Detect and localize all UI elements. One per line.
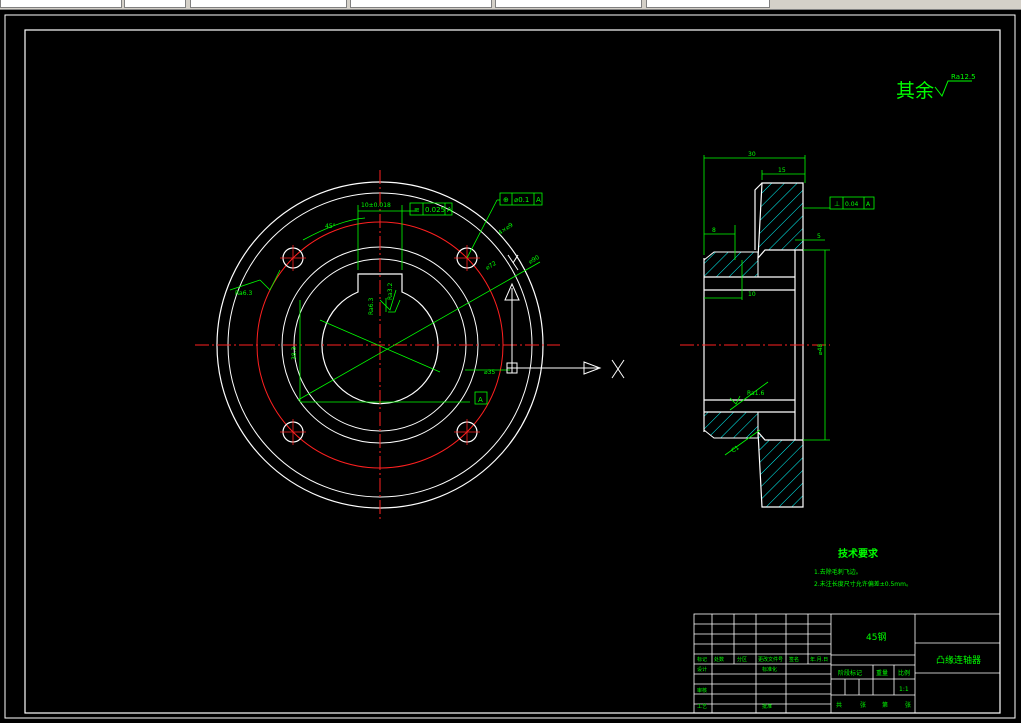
cad-drawing-canvas[interactable]: 其余 Ra12.5 10±0.018 ≡ 0.025 A ⊕ ⌀0.1 A 45… xyxy=(0,10,1021,723)
toolbar-cell[interactable] xyxy=(190,0,347,8)
datum-label: A xyxy=(478,396,483,404)
dim-hole-dia: 4×⌀9 xyxy=(497,221,514,236)
position-datum: A xyxy=(536,196,541,204)
header-cell: 处数 xyxy=(714,656,724,663)
other-surfaces-text: 其余 xyxy=(896,80,934,102)
side-view: 30 15 8 5 10 ⌀48 ⊥ 0.04 A Ra1.6 C1 xyxy=(680,151,875,508)
part-name: 凸缘连轴器 xyxy=(936,654,981,666)
design-label: 设计 xyxy=(697,666,707,673)
sheet-text: 第 xyxy=(882,701,888,709)
rough-left: Ra6.3 xyxy=(235,290,252,297)
rough-key2: Ra3.2 xyxy=(387,283,394,300)
toolbar-cell[interactable] xyxy=(495,0,642,8)
toolbar-cell[interactable] xyxy=(0,0,122,8)
tech-notes-title: 技术要求 xyxy=(838,547,879,560)
dim-outer: ⌀90 xyxy=(528,254,541,266)
process-label: 工艺 xyxy=(697,704,707,710)
toolbar-cell[interactable] xyxy=(350,0,492,8)
outer-frame xyxy=(4,14,1016,719)
stage-label: 阶段标记 xyxy=(838,669,862,677)
dim-position: ⌀0.1 xyxy=(514,196,529,204)
flange-section-bottom xyxy=(757,430,804,508)
tech-note-item: 2.未注长度尺寸允许偏差±0.5mm。 xyxy=(814,580,912,588)
dim-symmetry: 0.025 xyxy=(425,206,445,214)
dim-keyway-depth: 38.3 xyxy=(291,346,298,360)
flange-section-top xyxy=(757,182,804,260)
hub-section-top xyxy=(703,251,759,278)
header-cell: 标记 xyxy=(697,656,707,663)
rough-side-bore: Ra1.6 xyxy=(747,390,764,397)
material-text: 45钢 xyxy=(866,631,886,643)
front-view: 10±0.018 ≡ 0.025 A ⊕ ⌀0.1 A 45° 4×⌀9 ⌀72… xyxy=(195,170,625,520)
header-cell: 更改文件号 xyxy=(758,656,783,663)
rough-key1: Ra6.3 xyxy=(368,298,375,315)
surface-roughness-note: 其余 Ra12.5 xyxy=(896,73,976,102)
dim-step: 5 xyxy=(817,233,821,240)
position-symbol: ⊕ xyxy=(503,196,509,204)
header-cell: 年.月.日 xyxy=(810,656,828,663)
dim-flange: 15 xyxy=(778,167,786,174)
dim-small: 8 xyxy=(712,227,716,234)
dim-pcd: ⌀72 xyxy=(485,260,498,272)
chamfer-label: C1 xyxy=(730,444,741,454)
std-label: 标准化 xyxy=(762,666,777,673)
technical-requirements: 技术要求 1.去除毛刺飞边。 2.未注长度尺寸允许偏差±0.5mm。 xyxy=(814,547,912,588)
sheet-text: 张 xyxy=(905,701,911,709)
cad-toolbar-strip xyxy=(0,0,1021,10)
toolbar-cell[interactable] xyxy=(646,0,770,8)
dim-total: 30 xyxy=(748,151,756,158)
perpendicularity-symbol: ⊥ xyxy=(834,200,840,208)
sheet-text: 共 xyxy=(836,701,842,709)
perp-value: 0.04 xyxy=(845,201,859,208)
review-label: 审核 xyxy=(697,687,707,694)
dim-bore: ⌀35 xyxy=(484,369,495,376)
dim-keyway-width: 10±0.018 xyxy=(361,202,391,209)
dim-dia: ⌀48 xyxy=(817,344,824,355)
roughness-value: Ra12.5 xyxy=(951,73,976,81)
ratio-value: 1:1 xyxy=(899,686,909,693)
ucs-icon xyxy=(504,254,625,379)
symmetry-datum: A xyxy=(447,206,452,214)
perp-datum: A xyxy=(866,201,871,208)
weight-label: 重量 xyxy=(876,669,888,677)
sheet-text: 张 xyxy=(860,701,866,709)
header-cell: 签名 xyxy=(789,656,799,663)
symmetry-symbol: ≡ xyxy=(414,206,420,214)
approve-label: 批准 xyxy=(762,703,772,710)
tech-note-item: 1.去除毛刺飞边。 xyxy=(814,568,862,576)
hub-section-bottom xyxy=(703,411,759,439)
dim-hub: 10 xyxy=(748,291,756,298)
ratio-label: 比例 xyxy=(898,669,910,677)
header-cell: 分区 xyxy=(737,656,747,663)
dim-angle: 45° xyxy=(325,223,336,230)
toolbar-cell[interactable] xyxy=(124,0,186,8)
